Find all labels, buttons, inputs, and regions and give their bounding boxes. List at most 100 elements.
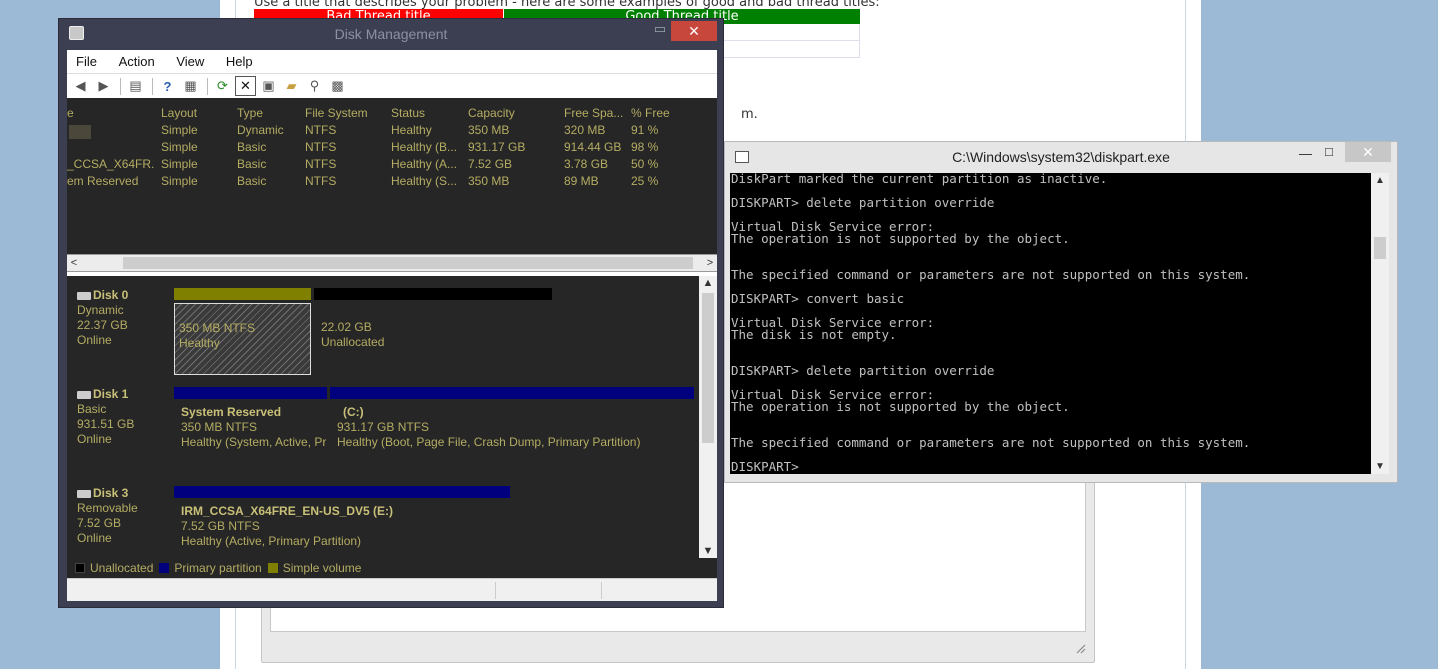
console-line: DISKPART> — [731, 459, 807, 474]
show-hide-action-pane-icon[interactable]: ▦ — [180, 76, 201, 96]
scroll-up-icon[interactable]: ▲ — [1371, 175, 1389, 186]
column-header-percent-free[interactable]: % Free — [631, 105, 691, 122]
menu-help[interactable]: Help — [217, 50, 262, 73]
disk-info[interactable]: Disk 3 Removable 7.52 GB Online — [77, 486, 172, 546]
column-header-volume[interactable]: e — [67, 105, 155, 122]
disk-1-row[interactable]: Disk 1 Basic 931.51 GB Online System Res… — [67, 387, 699, 477]
scroll-down-icon[interactable]: ▼ — [1371, 461, 1389, 472]
diskpart-console-window[interactable]: C:\Windows\system32\diskpart.exe — □ ✕ D… — [724, 141, 1398, 483]
partition-block[interactable]: 22.02 GB Unallocated — [314, 288, 552, 374]
refresh-icon[interactable]: ⟳ — [212, 76, 233, 96]
partition-size: 7.52 GB NTFS — [181, 519, 260, 533]
help-icon[interactable]: ? — [157, 76, 178, 96]
close-button[interactable]: ✕ — [1345, 142, 1391, 162]
console-line: DiskPart marked the current partition as… — [731, 173, 1108, 186]
back-icon[interactable]: ◀ — [70, 76, 91, 96]
partition-block[interactable]: IRM_CCSA_X64FRE_EN-US_DV5 (E:) 7.52 GB N… — [174, 486, 510, 556]
volume-status: Healthy (B... — [391, 140, 458, 154]
disk-0-row[interactable]: Disk 0 Dynamic 22.37 GB Online 350 MB NT… — [67, 288, 699, 378]
partition-status: Healthy (Boot, Page File, Crash Dump, Pr… — [337, 435, 641, 449]
selected-partition[interactable]: 350 MB NTFS Healthy — [174, 303, 311, 375]
scroll-right-icon[interactable]: > — [703, 255, 717, 271]
legend-item: Unallocated — [75, 561, 153, 575]
column-header-layout[interactable]: Layout — [161, 105, 233, 122]
properties-icon[interactable]: ▣ — [258, 76, 279, 96]
disk-graphical-view[interactable]: Disk 0 Dynamic 22.37 GB Online 350 MB NT… — [67, 276, 699, 558]
show-hide-console-tree-icon[interactable]: ▤ — [125, 76, 146, 96]
menu-view[interactable]: View — [167, 50, 213, 73]
disk-size: 22.37 GB — [77, 318, 128, 332]
partition-status: Healthy (System, Active, Pr — [181, 435, 327, 449]
toolbar: ◀ ▶ ▤ ? ▦ ⟳ ✕ ▣ ▰ ⚲ ▩ — [67, 73, 717, 98]
menu-file[interactable]: File — [67, 50, 106, 73]
scroll-down-icon[interactable]: ▼ — [699, 545, 717, 557]
table-row[interactable]: em Reserved Simple Basic NTFS Healthy (S… — [67, 173, 717, 190]
open-folder-icon[interactable]: ▰ — [281, 76, 302, 96]
volume-layout: Simple — [161, 174, 198, 188]
scroll-left-icon[interactable]: < — [67, 255, 81, 271]
disk-kind: Removable — [77, 501, 138, 515]
delete-icon[interactable]: ✕ — [235, 76, 256, 96]
horizontal-scrollbar[interactable]: < > — [67, 254, 717, 272]
disk-name: Disk 3 — [93, 486, 129, 500]
forward-icon[interactable]: ▶ — [93, 76, 114, 96]
table-row[interactable]: _CCSA_X64FR... Simple Basic NTFS Healthy… — [67, 156, 717, 173]
volume-percent-free: 98 % — [631, 140, 659, 154]
disk-info[interactable]: Disk 1 Basic 931.51 GB Online — [77, 387, 172, 447]
scroll-up-icon[interactable]: ▲ — [699, 277, 717, 289]
vertical-scrollbar[interactable]: ▲ ▼ — [699, 276, 717, 558]
scrollbar-thumb[interactable] — [123, 257, 693, 269]
toolbar-separator — [152, 77, 153, 95]
disk-name: Disk 0 — [93, 288, 129, 302]
disk-management-content: e Layout Type File System Status Capacit… — [67, 98, 717, 578]
volume-status: Healthy (A... — [391, 157, 458, 171]
partition-size: 22.02 GB — [321, 320, 372, 334]
console-line: DISKPART> delete partition override — [731, 363, 995, 378]
column-header-status[interactable]: Status — [391, 105, 463, 122]
title-bar[interactable]: Disk Management ▭ ✕ — [59, 19, 723, 49]
disk-state: Online — [77, 432, 112, 446]
volume-name: em Reserved — [67, 174, 139, 188]
disk-info[interactable]: Disk 0 Dynamic 22.37 GB Online — [77, 288, 172, 348]
minimize-button[interactable]: — — [1299, 146, 1312, 161]
column-header-type[interactable]: Type — [237, 105, 301, 122]
volume-list[interactable]: e Layout Type File System Status Capacit… — [67, 98, 717, 254]
search-icon[interactable]: ⚲ — [304, 76, 325, 96]
menu-action[interactable]: Action — [110, 50, 164, 73]
volume-layout: Simple — [161, 123, 198, 137]
maximize-button[interactable]: □ — [1325, 144, 1333, 159]
scrollbar-thumb[interactable] — [702, 293, 714, 443]
partition-block[interactable]: (C:) 931.17 GB NTFS Healthy (Boot, Page … — [330, 387, 694, 467]
volume-layout: Simple — [161, 140, 198, 154]
close-button[interactable]: ✕ — [671, 21, 717, 41]
partition-block[interactable]: 350 MB NTFS Healthy — [174, 288, 311, 375]
column-header-capacity[interactable]: Capacity — [468, 105, 558, 122]
partition-name: (C:) — [343, 405, 364, 419]
partition-size: 350 MB NTFS — [179, 321, 256, 335]
column-header-file-system[interactable]: File System — [305, 105, 389, 122]
scrollbar-thumb[interactable] — [1374, 237, 1386, 259]
toolbar-separator — [120, 77, 121, 95]
table-row[interactable]: Simple Basic NTFS Healthy (B... 931.17 G… — [67, 139, 717, 156]
partition-block[interactable]: System Reserved 350 MB NTFS Healthy (Sys… — [174, 387, 327, 467]
legend-swatch — [159, 563, 170, 573]
partition-status: Healthy — [179, 336, 220, 350]
minimize-button[interactable]: ▭ — [653, 21, 667, 37]
disk-kind: Dynamic — [77, 303, 124, 317]
column-header-free-space[interactable]: Free Spa... — [564, 105, 626, 122]
partition-name: System Reserved — [181, 405, 282, 419]
disk-kind: Basic — [77, 402, 107, 416]
partition-color-bar — [174, 486, 510, 498]
disk-3-row[interactable]: Disk 3 Removable 7.52 GB Online IRM_CCSA… — [67, 486, 699, 558]
menu-bar: File Action View Help — [67, 50, 717, 73]
disk-settings-icon[interactable]: ▩ — [327, 76, 348, 96]
vertical-scrollbar[interactable]: ▲ ▼ — [1371, 173, 1389, 474]
console-output[interactable]: DiskPart marked the current partition as… — [730, 173, 1371, 474]
partition-size: 350 MB NTFS — [181, 420, 258, 434]
resize-grip-icon[interactable] — [1074, 642, 1086, 654]
disk-drive-icon — [77, 390, 91, 399]
table-row[interactable]: Simple Dynamic NTFS Healthy 350 MB 320 M… — [67, 122, 717, 139]
disk-management-window[interactable]: Disk Management ▭ ✕ File Action View Hel… — [58, 18, 724, 608]
